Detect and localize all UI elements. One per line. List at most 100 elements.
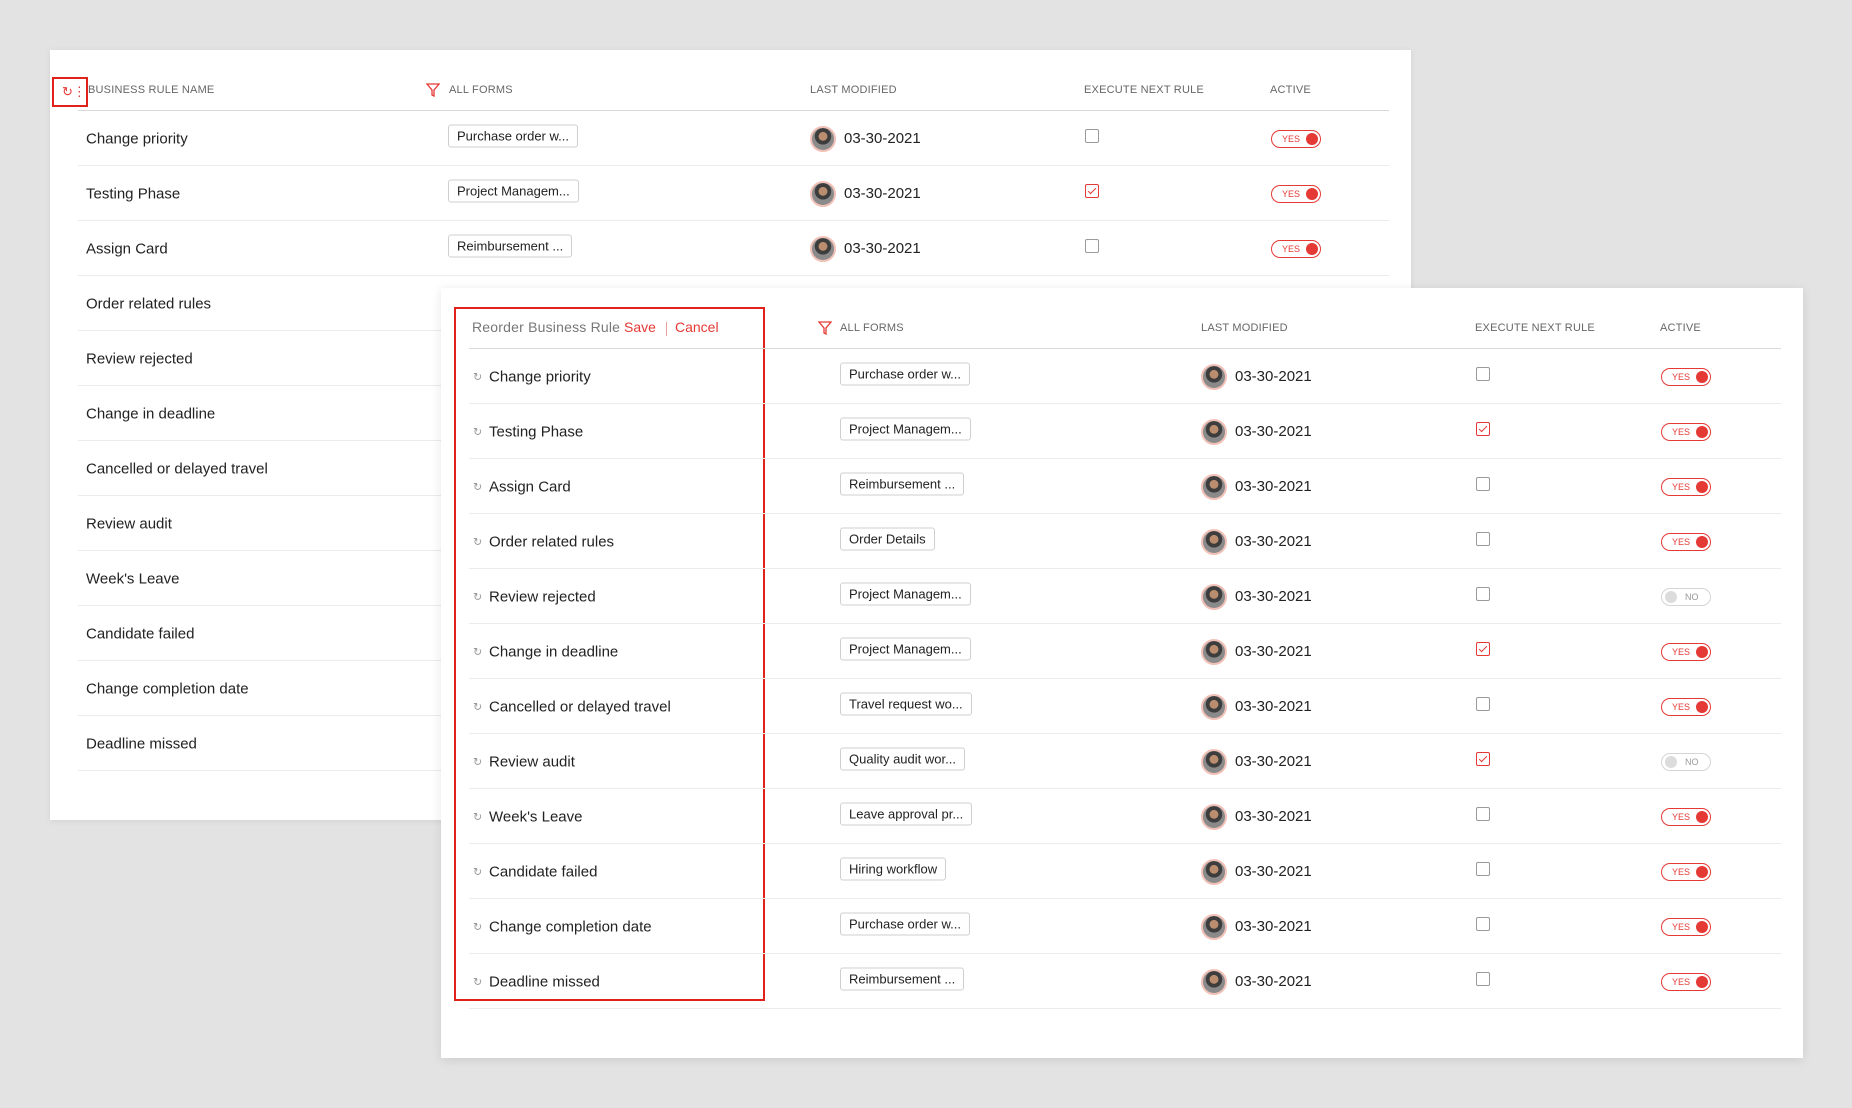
table-row[interactable]: ↻ Order related rules Order Details 03-30-2… [469,514,1781,569]
table-row[interactable]: ↻ Change priority Purchase order w... 03-30… [469,349,1781,404]
form-chip[interactable]: Purchase order w... [448,124,578,147]
drag-handle-icon[interactable]: ↻ [473,810,482,823]
table-row[interactable]: ↻ Candidate failed Hiring workflow 03-30-20… [469,844,1781,899]
execute-next-rule-checkbox[interactable] [1476,531,1490,546]
execute-next-rule-checkbox[interactable] [1476,641,1490,656]
execute-next-rule-checkbox[interactable] [1476,476,1490,491]
form-chip[interactable]: Quality audit wor... [840,747,965,770]
table-row[interactable]: ↻ Change in deadline Project Managem... 03-… [469,624,1781,679]
form-chip[interactable]: Reimbursement ... [840,472,965,495]
form-chip[interactable]: Project Managem... [840,637,971,660]
table-row[interactable]: ↻ Testing Phase Project Managem... 03-30-20… [469,404,1781,459]
header-all-forms[interactable]: ALL FORMS [840,322,904,334]
table-row[interactable]: ↻ Assign Card Reimbursement ... 03-30-2021 Y… [469,459,1781,514]
rule-name[interactable]: Week's Leave [86,570,179,587]
form-chip[interactable]: Order Details [840,527,935,550]
filter-icon[interactable] [426,83,440,97]
form-chip[interactable]: Project Managem... [840,417,971,440]
rule-name[interactable]: Review rejected [489,588,596,605]
rule-name[interactable]: Review audit [489,753,575,770]
rule-name[interactable]: Assign Card [86,240,168,257]
execute-next-rule-checkbox[interactable] [1476,366,1490,381]
active-toggle[interactable]: YES [1661,642,1711,661]
form-chip[interactable]: Project Managem... [840,582,971,605]
rule-name[interactable]: Change in deadline [86,405,215,422]
drag-handle-icon[interactable]: ↻ [473,920,482,933]
form-chip[interactable]: Project Managem... [448,179,579,202]
drag-handle-icon[interactable]: ↻ [473,370,482,383]
table-row[interactable]: ↻ Change completion date Purchase order w.… [469,899,1781,954]
rule-name[interactable]: Review rejected [86,350,193,367]
form-chip[interactable]: Leave approval pr... [840,802,973,825]
rule-name[interactable]: Order related rules [489,533,614,550]
rule-name[interactable]: Change completion date [86,680,249,697]
drag-handle-icon[interactable]: ↻ [473,425,482,438]
active-toggle[interactable]: YES [1271,184,1321,203]
active-toggle[interactable]: YES [1661,477,1711,496]
form-chip[interactable]: Travel request wo... [840,692,972,715]
form-chip[interactable]: Purchase order w... [840,362,970,385]
rule-name[interactable]: Review audit [86,515,172,532]
drag-handle-icon[interactable]: ↻ [473,590,482,603]
active-toggle[interactable]: YES [1661,697,1711,716]
filter-icon[interactable] [818,321,832,335]
table-row[interactable]: ↻ Review audit Quality audit wor... 03-30-2… [469,734,1781,789]
table-row[interactable]: Change priority Purchase order w... 03-30-… [78,111,1389,166]
rule-name[interactable]: Change priority [489,368,591,385]
save-button[interactable]: Save [624,319,656,335]
active-toggle[interactable]: YES [1661,917,1711,936]
active-toggle[interactable]: NO [1661,752,1711,771]
rule-name[interactable]: Candidate failed [86,625,194,642]
header-all-forms[interactable]: ALL FORMS [449,84,513,96]
drag-handle-icon[interactable]: ↻ [473,645,482,658]
active-toggle[interactable]: NO [1661,587,1711,606]
form-chip[interactable]: Purchase order w... [840,912,970,935]
drag-handle-icon[interactable]: ↻ [473,755,482,768]
execute-next-rule-checkbox[interactable] [1476,861,1490,876]
rule-name[interactable]: Testing Phase [489,423,583,440]
execute-next-rule-checkbox[interactable] [1085,183,1099,198]
rule-name[interactable]: Assign Card [489,478,571,495]
active-toggle[interactable]: YES [1271,239,1321,258]
rule-name[interactable]: Cancelled or delayed travel [86,460,268,477]
rule-name[interactable]: Change in deadline [489,643,618,660]
drag-handle-icon[interactable]: ↻ [473,700,482,713]
table-row[interactable]: ↻ Cancelled or delayed travel Travel reque… [469,679,1781,734]
rule-name[interactable]: Deadline missed [86,735,197,752]
table-row[interactable]: ↻ Deadline missed Reimbursement ... 03-30-2… [469,954,1781,1009]
rule-name[interactable]: Change priority [86,130,188,147]
active-toggle[interactable]: YES [1271,129,1321,148]
cancel-button[interactable]: Cancel [675,319,719,335]
active-toggle[interactable]: YES [1661,807,1711,826]
active-toggle[interactable]: YES [1661,422,1711,441]
rule-name[interactable]: Week's Leave [489,808,582,825]
form-chip[interactable]: Hiring workflow [840,857,947,880]
rule-name[interactable]: Change completion date [489,918,652,935]
reorder-icon[interactable]: ↻⋮ [62,85,86,98]
execute-next-rule-checkbox[interactable] [1476,806,1490,821]
drag-handle-icon[interactable]: ↻ [473,975,482,988]
drag-handle-icon[interactable]: ↻ [473,865,482,878]
execute-next-rule-checkbox[interactable] [1476,916,1490,931]
drag-handle-icon[interactable]: ↻ [473,480,482,493]
table-row[interactable]: Testing Phase Project Managem... 03-30-202… [78,166,1389,221]
active-toggle[interactable]: YES [1661,367,1711,386]
execute-next-rule-checkbox[interactable] [1476,421,1490,436]
table-row[interactable]: ↻ Week's Leave Leave approval pr... 03-30-2… [469,789,1781,844]
table-row[interactable]: ↻ Review rejected Project Managem... 03-30-… [469,569,1781,624]
execute-next-rule-checkbox[interactable] [1085,128,1099,143]
form-chip[interactable]: Reimbursement ... [840,967,965,990]
active-toggle[interactable]: YES [1661,972,1711,991]
table-row[interactable]: Assign Card Reimbursement ... 03-30-2021 YE… [78,221,1389,276]
rule-name[interactable]: Deadline missed [489,973,600,990]
execute-next-rule-checkbox[interactable] [1476,696,1490,711]
active-toggle[interactable]: YES [1661,862,1711,881]
execute-next-rule-checkbox[interactable] [1476,586,1490,601]
rule-name[interactable]: Order related rules [86,295,211,312]
rule-name[interactable]: Candidate failed [489,863,597,880]
execute-next-rule-checkbox[interactable] [1085,238,1099,253]
execute-next-rule-checkbox[interactable] [1476,971,1490,986]
rule-name[interactable]: Testing Phase [86,185,180,202]
rule-name[interactable]: Cancelled or delayed travel [489,698,671,715]
execute-next-rule-checkbox[interactable] [1476,751,1490,766]
